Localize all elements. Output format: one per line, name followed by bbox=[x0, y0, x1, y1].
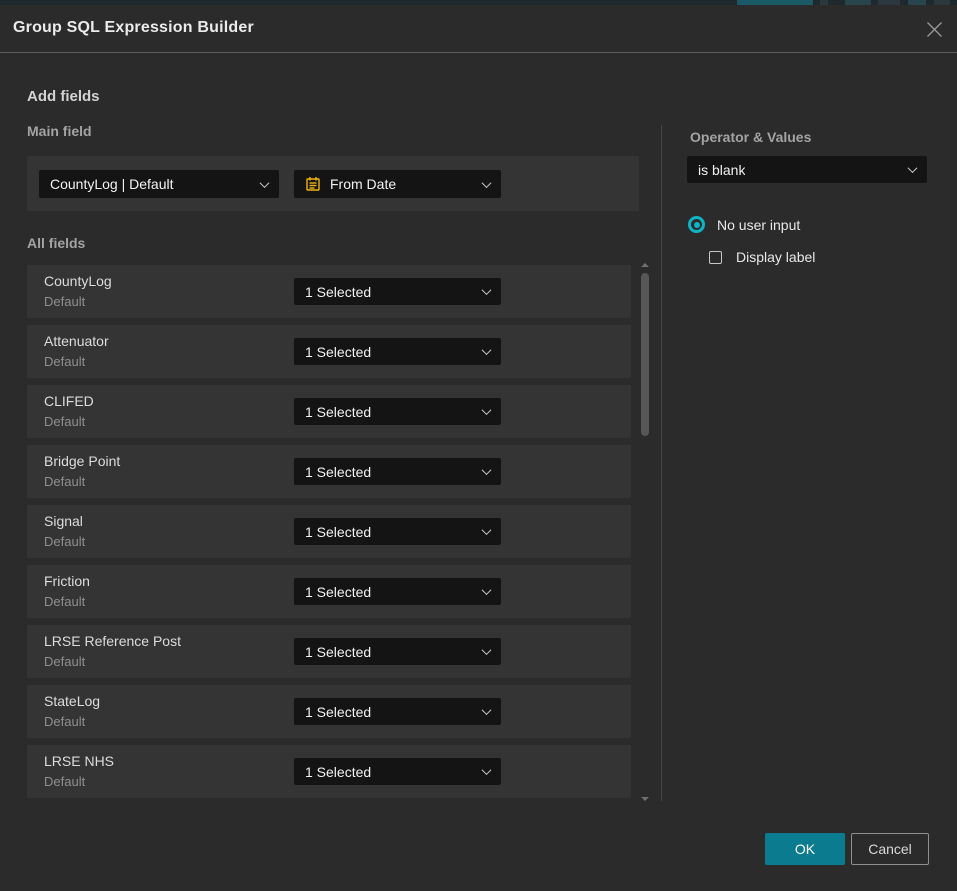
field-selected-dropdown-label: 1 Selected bbox=[305, 524, 371, 540]
field-subtitle: Default bbox=[44, 354, 85, 369]
chevron-down-icon bbox=[482, 765, 492, 775]
radio-selected-icon bbox=[688, 216, 705, 233]
field-row: LRSE NHS Default 1 Selected bbox=[27, 745, 631, 798]
operator-dropdown-value: is blank bbox=[698, 162, 745, 178]
chevron-down-icon bbox=[908, 163, 918, 173]
main-field-panel: CountyLog | Default From Date bbox=[27, 156, 639, 211]
display-label-checkbox-option[interactable]: Display label bbox=[709, 249, 815, 265]
all-fields-list: CountyLog Default 1 Selected Attenuator … bbox=[27, 265, 631, 798]
operator-values-label: Operator & Values bbox=[690, 129, 811, 145]
chevron-down-icon bbox=[482, 465, 492, 475]
dialog-titlebar: Group SQL Expression Builder bbox=[0, 5, 957, 53]
scrollbar-up-arrow-icon[interactable] bbox=[641, 263, 649, 267]
field-name: StateLog bbox=[44, 693, 100, 709]
group-sql-expression-builder-dialog: Group SQL Expression Builder Add fields … bbox=[0, 5, 957, 891]
chevron-down-icon bbox=[482, 585, 492, 595]
field-selected-dropdown[interactable]: 1 Selected bbox=[294, 698, 501, 725]
scrollbar-thumb[interactable] bbox=[641, 273, 649, 436]
field-selected-dropdown[interactable]: 1 Selected bbox=[294, 518, 501, 545]
field-selected-dropdown-label: 1 Selected bbox=[305, 644, 371, 660]
field-subtitle: Default bbox=[44, 714, 85, 729]
display-label-label: Display label bbox=[736, 249, 815, 265]
field-subtitle: Default bbox=[44, 594, 85, 609]
chevron-down-icon bbox=[482, 705, 492, 715]
field-name: Friction bbox=[44, 573, 90, 589]
field-row: LRSE Reference Post Default 1 Selected bbox=[27, 625, 631, 678]
field-name: Bridge Point bbox=[44, 453, 120, 469]
field-selected-dropdown[interactable]: 1 Selected bbox=[294, 578, 501, 605]
field-name: Attenuator bbox=[44, 333, 109, 349]
operator-dropdown[interactable]: is blank bbox=[687, 156, 927, 183]
calendar-icon bbox=[305, 176, 321, 192]
main-field-field-value: From Date bbox=[330, 176, 396, 192]
field-row: Attenuator Default 1 Selected bbox=[27, 325, 631, 378]
field-selected-dropdown-label: 1 Selected bbox=[305, 764, 371, 780]
field-row: Friction Default 1 Selected bbox=[27, 565, 631, 618]
checkbox-unchecked-icon bbox=[709, 251, 722, 264]
chevron-down-icon bbox=[482, 405, 492, 415]
ok-button[interactable]: OK bbox=[765, 833, 845, 865]
field-selected-dropdown-label: 1 Selected bbox=[305, 704, 371, 720]
chevron-down-icon bbox=[482, 525, 492, 535]
field-selected-dropdown[interactable]: 1 Selected bbox=[294, 278, 501, 305]
field-name: Signal bbox=[44, 513, 83, 529]
main-field-label: Main field bbox=[27, 123, 92, 139]
chevron-down-icon bbox=[482, 645, 492, 655]
all-fields-label: All fields bbox=[27, 235, 85, 251]
field-name: LRSE NHS bbox=[44, 753, 114, 769]
close-icon bbox=[926, 21, 943, 38]
panel-divider bbox=[661, 125, 662, 801]
field-subtitle: Default bbox=[44, 294, 85, 309]
field-selected-dropdown[interactable]: 1 Selected bbox=[294, 758, 501, 785]
add-fields-heading: Add fields bbox=[27, 88, 100, 105]
field-selected-dropdown-label: 1 Selected bbox=[305, 584, 371, 600]
field-subtitle: Default bbox=[44, 474, 85, 489]
field-row: Bridge Point Default 1 Selected bbox=[27, 445, 631, 498]
field-subtitle: Default bbox=[44, 534, 85, 549]
cancel-button[interactable]: Cancel bbox=[851, 833, 929, 865]
field-selected-dropdown[interactable]: 1 Selected bbox=[294, 398, 501, 425]
fields-list-scrollbar[interactable] bbox=[639, 262, 652, 802]
main-field-field-dropdown[interactable]: From Date bbox=[294, 170, 501, 198]
chevron-down-icon bbox=[260, 178, 270, 188]
field-row: CLIFED Default 1 Selected bbox=[27, 385, 631, 438]
field-selected-dropdown-label: 1 Selected bbox=[305, 464, 371, 480]
field-name: CountyLog bbox=[44, 273, 112, 289]
field-subtitle: Default bbox=[44, 774, 85, 789]
field-row: StateLog Default 1 Selected bbox=[27, 685, 631, 738]
field-selected-dropdown[interactable]: 1 Selected bbox=[294, 638, 501, 665]
main-field-source-dropdown[interactable]: CountyLog | Default bbox=[39, 170, 279, 198]
no-user-input-radio-option[interactable]: No user input bbox=[688, 216, 800, 233]
no-user-input-label: No user input bbox=[717, 217, 800, 233]
field-name: LRSE Reference Post bbox=[44, 633, 181, 649]
chevron-down-icon bbox=[482, 178, 492, 188]
field-subtitle: Default bbox=[44, 654, 85, 669]
field-selected-dropdown-label: 1 Selected bbox=[305, 284, 371, 300]
field-selected-dropdown-label: 1 Selected bbox=[305, 344, 371, 360]
field-name: CLIFED bbox=[44, 393, 94, 409]
main-field-source-value: CountyLog | Default bbox=[50, 176, 174, 192]
chevron-down-icon bbox=[482, 285, 492, 295]
field-selected-dropdown-label: 1 Selected bbox=[305, 404, 371, 420]
dialog-title: Group SQL Expression Builder bbox=[13, 19, 254, 37]
field-row: CountyLog Default 1 Selected bbox=[27, 265, 631, 318]
chevron-down-icon bbox=[482, 345, 492, 355]
field-row: Signal Default 1 Selected bbox=[27, 505, 631, 558]
field-selected-dropdown[interactable]: 1 Selected bbox=[294, 338, 501, 365]
field-selected-dropdown[interactable]: 1 Selected bbox=[294, 458, 501, 485]
scrollbar-down-arrow-icon[interactable] bbox=[641, 797, 649, 801]
field-subtitle: Default bbox=[44, 414, 85, 429]
close-button[interactable] bbox=[923, 18, 945, 40]
